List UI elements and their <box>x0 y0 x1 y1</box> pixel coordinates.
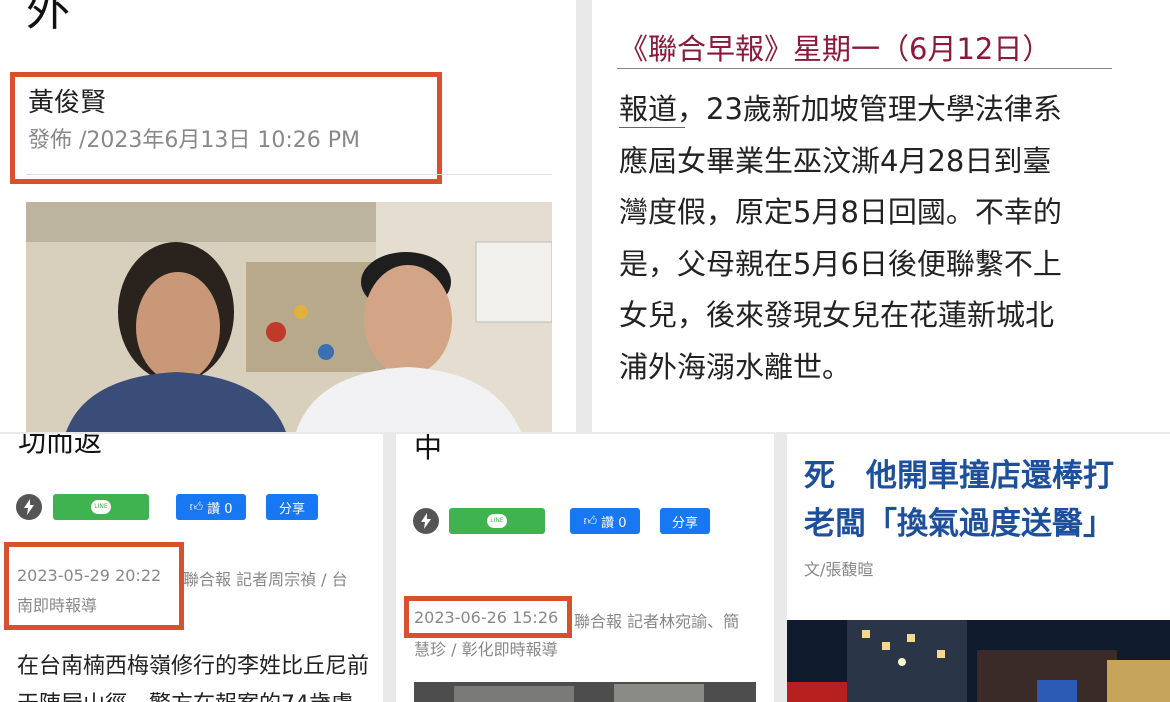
source-underline <box>617 68 1112 69</box>
headline-line: 老闆「換氣過度送醫」 <box>804 506 1114 542</box>
byline-line2: 慧珍 / 彰化即時報導 <box>414 640 558 659</box>
publish-datetime: 2023-05-29 20:22 <box>17 566 162 585</box>
date-highlight-box <box>4 542 184 630</box>
facebook-share-button[interactable]: 分享 <box>660 508 710 534</box>
body-line: 女兒，後來發現女兒在花蓮新城北 <box>619 298 1055 332</box>
article-body-line: 在台南楠西梅嶺修行的李姓比丘尼前 <box>17 654 370 679</box>
publish-date: 發佈 /2023年6月13日 10:26 PM <box>28 128 361 153</box>
headline-fragment: 外 <box>26 0 70 36</box>
author-name: 文/張馥暄 <box>804 560 874 579</box>
lightning-icon[interactable] <box>413 508 439 534</box>
body-line: 浦外海溺水離世。 <box>619 349 852 384</box>
body-line-text: 報道，23歲新加坡管理大學法律系 <box>619 92 1062 126</box>
line-share-button[interactable]: LINE <box>449 508 545 534</box>
body-line: 應屆女畢業生巫汶澌4月28日到臺 <box>619 143 1052 178</box>
source-line: 《聯合早報》星期一（6月12日） <box>619 32 1052 66</box>
byline: 聯合報 記者林宛諭、簡 <box>574 612 740 631</box>
photo-illustration <box>414 682 756 702</box>
photo-illustration <box>26 202 552 432</box>
facebook-like-button[interactable]: 👍︎ 讚 0 <box>176 494 246 520</box>
article-panel-bottom-left: 功而返 LINE 👍︎ 讚 0 分享 2023-05-29 20:22 聯合報 記… <box>0 434 383 702</box>
publish-datetime: 2023-06-26 15:26 <box>414 608 559 627</box>
article-body: 報道，23歲新加坡管理大學法律系 應屆女畢業生巫汶澌4月28日到臺 灣度假，原定… <box>619 84 1062 393</box>
line-share-button[interactable]: LINE <box>53 494 149 520</box>
article-panel-top-left: 外 黃俊賢 發佈 /2023年6月13日 10:26 PM <box>0 0 576 432</box>
line-icon: LINE <box>91 500 111 514</box>
facebook-share-button[interactable]: 分享 <box>266 494 318 520</box>
like-count: 讚 0 <box>601 515 627 531</box>
facebook-like-button[interactable]: 👍︎ 讚 0 <box>570 508 640 534</box>
author-name[interactable]: 黃俊賢 <box>28 82 106 119</box>
article-photo[interactable] <box>414 682 756 702</box>
thumbs-up-icon: 👍︎ <box>189 499 204 515</box>
like-count: 讚 0 <box>207 501 233 517</box>
body-line: 灣度假，原定5月8日回國。不幸的 <box>619 195 1062 229</box>
article-panel-bottom-right: 死 他開車撞店還棒打 老闆「換氣過度送醫」 文/張馥暄 <box>787 434 1170 702</box>
article-photo[interactable] <box>26 202 552 432</box>
bolt-glyph <box>421 513 431 529</box>
thumbs-up-icon: 👍︎ <box>583 513 598 529</box>
bolt-glyph <box>24 499 34 515</box>
line-icon: LINE <box>487 514 507 528</box>
body-line: 報道，23歲新加坡管理大學法律系 <box>619 84 1062 136</box>
body-line: 是，父母親在5月6日後便聯繫不上 <box>619 246 1062 281</box>
link-underline <box>619 127 685 128</box>
lightning-icon[interactable] <box>16 494 42 520</box>
byline: 聯合報 記者周宗禎 / 台 <box>183 570 348 589</box>
headline-fragment: 功而返 <box>18 434 103 458</box>
byline-line2: 南即時報導 <box>17 596 98 615</box>
divider <box>26 174 552 175</box>
photo-illustration <box>787 620 1170 702</box>
headline-fragment: 中 <box>414 434 443 464</box>
article-body-line: 天陳屍山徑，警方在報案的74歲盧 <box>17 686 353 702</box>
article-photo[interactable] <box>787 620 1170 702</box>
article-panel-bottom-mid: 中 LINE 👍︎ 讚 0 分享 2023-06-26 15:26 聯合報 記者林… <box>396 434 774 702</box>
headline-line: 死 他開車撞店還棒打 <box>804 458 1114 494</box>
article-panel-top-right: 《聯合早報》星期一（6月12日） 報道，23歲新加坡管理大學法律系 應屆女畢業生… <box>592 0 1170 432</box>
